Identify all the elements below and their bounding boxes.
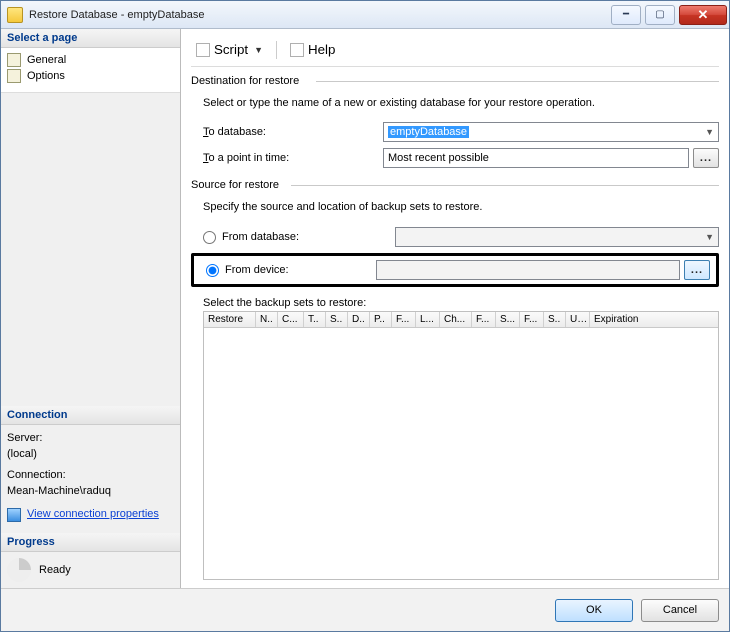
point-in-time-browse-button[interactable]: ... <box>693 148 719 168</box>
to-point-in-time-label: To a point in time: <box>203 152 373 164</box>
chevron-down-icon: ▼ <box>705 232 714 242</box>
view-connection-label: View connection properties <box>27 507 159 522</box>
script-button[interactable]: Script ▼ <box>191 39 268 60</box>
col-size[interactable]: S.. <box>544 312 566 327</box>
toolbar: Script ▼ Help <box>191 37 719 67</box>
from-device-radio[interactable]: From device: <box>206 264 376 277</box>
page-general[interactable]: General <box>5 52 176 68</box>
to-point-in-time-field[interactable]: Most recent possible <box>383 148 689 168</box>
col-restore[interactable]: Restore <box>204 312 256 327</box>
app-icon <box>7 7 23 23</box>
destination-hint: Select or type the name of a new or exis… <box>191 93 719 119</box>
connection-link-icon <box>7 508 21 522</box>
connection-info: Server: (local) Connection: Mean-Machine… <box>1 425 180 533</box>
script-label: Script <box>214 42 248 57</box>
server-label: Server: <box>7 431 174 446</box>
page-options[interactable]: Options <box>5 68 176 84</box>
from-device-browse-button[interactable]: ... <box>684 260 710 280</box>
content-panel: Script ▼ Help Destination for restore Se… <box>181 29 729 588</box>
from-device-radio-input[interactable] <box>206 264 219 277</box>
cancel-button[interactable]: Cancel <box>641 599 719 622</box>
col-type[interactable]: T.. <box>304 312 326 327</box>
grid-header: Restore N.. C... T.. S.. D.. P.. F... L.… <box>204 312 718 328</box>
backup-sets-label: Select the backup sets to restore: <box>191 291 719 311</box>
destination-legend: Destination for restore <box>191 75 719 87</box>
destination-group: Destination for restore Select or type t… <box>191 75 719 171</box>
progress-text: Ready <box>39 564 71 576</box>
col-checkpoint-lsn[interactable]: Ch... <box>440 312 472 327</box>
select-page-header: Select a page <box>1 29 180 48</box>
server-value: (local) <box>7 447 174 462</box>
toolbar-separator <box>276 41 277 59</box>
to-database-label: To database: <box>203 126 373 138</box>
close-button[interactable]: ✕ <box>679 5 727 25</box>
progress-spinner-icon <box>7 558 31 582</box>
col-name[interactable]: N.. <box>256 312 278 327</box>
chevron-down-icon: ▼ <box>705 127 714 137</box>
from-device-field <box>376 260 680 280</box>
from-device-label: From device: <box>225 264 289 276</box>
to-database-value: emptyDatabase <box>388 126 469 138</box>
window-title: Restore Database - emptyDatabase <box>29 9 607 21</box>
chevron-down-icon: ▼ <box>254 45 263 55</box>
from-database-label: From database: <box>222 231 299 243</box>
sidebar: Select a page General Options Connection… <box>1 29 181 588</box>
col-database[interactable]: D.. <box>348 312 370 327</box>
connection-label: Connection: <box>7 468 174 483</box>
progress-state: Ready <box>1 552 180 588</box>
col-user-name[interactable]: U... <box>566 312 590 327</box>
col-start-date[interactable]: S... <box>496 312 520 327</box>
window-titlebar: Restore Database - emptyDatabase ━ ▢ ✕ <box>1 1 729 29</box>
from-database-radio[interactable]: From database: <box>203 231 385 244</box>
source-group: Source for restore Specify the source an… <box>191 179 719 580</box>
maximize-button[interactable]: ▢ <box>645 5 675 25</box>
source-hint: Specify the source and location of backu… <box>191 197 719 223</box>
from-database-row: From database: ▼ <box>191 223 719 251</box>
ok-button[interactable]: OK <box>555 599 633 622</box>
page-general-label: General <box>27 54 66 66</box>
col-position[interactable]: P.. <box>370 312 392 327</box>
col-finish-date[interactable]: F... <box>520 312 544 327</box>
view-connection-link[interactable]: View connection properties <box>7 507 159 522</box>
page-list: General Options <box>1 48 180 93</box>
minimize-button[interactable]: ━ <box>611 5 641 25</box>
grid-body <box>204 328 718 579</box>
col-expiration[interactable]: Expiration <box>590 312 718 327</box>
to-point-in-time-value: Most recent possible <box>388 152 489 164</box>
help-icon <box>290 43 304 57</box>
col-full-lsn[interactable]: F... <box>472 312 496 327</box>
col-component[interactable]: C... <box>278 312 304 327</box>
to-database-combo[interactable]: emptyDatabase ▼ <box>383 122 719 142</box>
page-icon <box>7 53 21 67</box>
page-icon <box>7 69 21 83</box>
from-database-radio-input[interactable] <box>203 231 216 244</box>
col-last-lsn[interactable]: L... <box>416 312 440 327</box>
source-legend: Source for restore <box>191 179 719 191</box>
col-first-lsn[interactable]: F... <box>392 312 416 327</box>
help-label: Help <box>308 42 335 57</box>
script-icon <box>196 43 210 57</box>
progress-header: Progress <box>1 533 180 552</box>
dialog-button-bar: OK Cancel <box>1 589 729 631</box>
connection-header: Connection <box>1 406 180 425</box>
connection-value: Mean-Machine\raduq <box>7 484 174 499</box>
from-database-combo: ▼ <box>395 227 719 247</box>
col-server[interactable]: S.. <box>326 312 348 327</box>
from-device-row: From device: ... <box>191 253 719 287</box>
page-options-label: Options <box>27 70 65 82</box>
help-button[interactable]: Help <box>285 39 340 60</box>
backup-sets-grid[interactable]: Restore N.. C... T.. S.. D.. P.. F... L.… <box>203 311 719 580</box>
